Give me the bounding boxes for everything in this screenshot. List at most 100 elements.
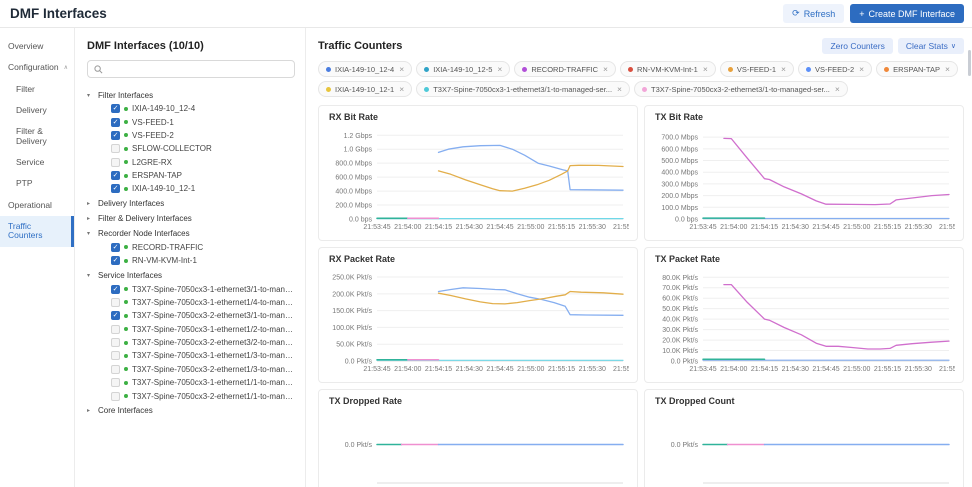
caret-down-icon: ▾ [87,92,94,99]
caret-down-icon: ▾ [87,272,94,279]
close-icon[interactable]: × [945,64,950,74]
svg-text:21:55:15: 21:55:15 [548,366,575,373]
zero-counters-button[interactable]: Zero Counters [822,38,892,54]
svg-text:21:54:45: 21:54:45 [486,366,513,373]
tree-item-rn-vm-kvm-int-1[interactable]: ✓RN-VM-KVM-Int-1 [87,254,295,267]
refresh-button[interactable]: ⟳ Refresh [783,4,844,23]
svg-text:10.0K Pkt/s: 10.0K Pkt/s [662,348,698,355]
close-icon[interactable]: × [617,84,622,94]
status-up-dot [124,107,128,111]
status-up-dot [124,160,128,164]
svg-text:21:55:30: 21:55:30 [579,366,606,373]
checkbox-unchecked[interactable] [111,158,120,167]
chip-color-dot [326,67,331,72]
search-input[interactable] [107,64,288,74]
checkbox-checked[interactable]: ✓ [111,243,120,252]
checkbox-checked[interactable]: ✓ [111,171,120,180]
tree-item-sflow-collector[interactable]: SFLOW-COLLECTOR [87,142,295,155]
tree-item-label: VS-FEED-1 [132,118,174,127]
caret-right-icon: ▸ [87,407,94,414]
sidebar-item-ptp[interactable]: PTP [0,173,74,194]
tree-item-t3x7-spine-7050cx3-2-ethernet1-1-to-managed-service[interactable]: T3X7-Spine-7050cx3-2-ethernet1/1-to-mana… [87,389,295,402]
tree-item-t3x7-spine-7050cx3-1-ethernet1-4-to-managed-service[interactable]: T3X7-Spine-7050cx3-1-ethernet1/4-to-mana… [87,296,295,309]
tree-item-label: IXIA-149-10_12-4 [132,104,195,113]
checkbox-checked[interactable]: ✓ [111,118,120,127]
checkbox-checked[interactable]: ✓ [111,311,120,320]
tree-group-toggle-filter-delivery-interfaces[interactable]: ▸Filter & Delivery Interfaces [87,212,295,226]
tree-item-t3x7-spine-7050cx3-2-ethernet3-1-to-managed-service[interactable]: ✓T3X7-Spine-7050cx3-2-ethernet3/1-to-man… [87,309,295,322]
tree-group-toggle-core-interfaces[interactable]: ▸Core Interfaces [87,404,295,418]
sidebar-item-filter-delivery[interactable]: Filter & Delivery [0,121,74,152]
tree-item-t3x7-spine-7050cx3-1-ethernet1-2-to-managed-service[interactable]: T3X7-Spine-7050cx3-1-ethernet1/2-to-mana… [87,323,295,336]
tree-item-label: ERSPAN-TAP [132,171,182,180]
tree-item-erspan-tap[interactable]: ✓ ERSPAN-TAP [87,169,295,182]
chart-title: TX Bit Rate [655,112,953,122]
tree-item-t3x7-spine-7050cx3-2-ethernet1-3-to-managed-service[interactable]: T3X7-Spine-7050cx3-2-ethernet1/3-to-mana… [87,363,295,376]
tree-item-vs-feed-1[interactable]: ✓ VS-FEED-1 [87,115,295,128]
close-icon[interactable]: × [399,84,404,94]
checkbox-checked[interactable]: ✓ [111,285,120,294]
checkbox-checked[interactable]: ✓ [111,184,120,193]
chip-t3x7-spine-7050cx3-1-ethernet3-1-to-managed-ser: T3X7-Spine-7050cx3-1-ethernet3/1-to-mana… [416,81,630,97]
interface-search[interactable] [87,60,295,78]
refresh-icon: ⟳ [792,8,800,19]
close-icon[interactable]: × [399,64,404,74]
sidebar-item-filter[interactable]: Filter [0,79,74,100]
tree-item-t3x7-spine-7050cx3-1-ethernet1-1-to-managed-service[interactable]: T3X7-Spine-7050cx3-1-ethernet1/1-to-mana… [87,376,295,389]
close-icon[interactable]: × [781,64,786,74]
tree-group-toggle-filter-interfaces[interactable]: ▾Filter Interfaces [87,88,295,102]
close-icon[interactable]: × [703,64,708,74]
tree-item-t3x7-spine-7050cx3-1-ethernet3-1-to-managed-service[interactable]: ✓T3X7-Spine-7050cx3-1-ethernet3/1-to-man… [87,282,295,295]
checkbox-unchecked[interactable] [111,325,120,334]
tree-group-toggle-delivery-interfaces[interactable]: ▸Delivery Interfaces [87,197,295,211]
interfaces-panel-title: DMF Interfaces (10/10) [87,40,295,52]
tree-item-l2gre-rx[interactable]: L2GRE-RX [87,156,295,169]
tree-group-toggle-recorder-node-interfaces[interactable]: ▾Recorder Node Interfaces [87,227,295,241]
checkbox-unchecked[interactable] [111,365,120,374]
checkbox-checked[interactable]: ✓ [111,256,120,265]
svg-text:0.0 bps: 0.0 bps [675,217,698,224]
close-icon[interactable]: × [603,64,608,74]
tree-group-toggle-service-interfaces[interactable]: ▾Service Interfaces [87,268,295,282]
sidebar: OverviewConfiguration∧ Filter DeliveryFilt… [0,28,75,487]
sidebar-item-overview[interactable]: Overview [0,36,74,57]
tree-item-record-traffic[interactable]: ✓RECORD-TRAFFIC [87,241,295,254]
tree-group-delivery-interfaces: ▸Delivery Interfaces [87,197,295,211]
checkbox-unchecked[interactable] [111,351,120,360]
svg-text:21:54:00: 21:54:00 [394,224,421,231]
interfaces-panel: DMF Interfaces (10/10) ▾Filter Interface… [75,28,306,487]
sidebar-item-delivery[interactable]: Delivery [0,100,74,121]
checkbox-unchecked[interactable] [111,144,120,153]
tree-item-vs-feed-2[interactable]: ✓VS-FEED-2 [87,129,295,142]
sidebar-item-operational[interactable]: Operational [0,195,74,216]
vertical-scrollbar[interactable] [968,50,971,76]
create-dmf-interface-button[interactable]: + Create DMF Interface [850,4,964,23]
svg-text:0.0 Pkt/s: 0.0 Pkt/s [345,359,373,366]
close-icon[interactable]: × [497,64,502,74]
chart-plot: 700.0 Mbps600.0 Mbps500.0 Mbps400.0 Mbps… [655,123,955,235]
tree-item-ixia-149-10-12-1[interactable]: ✓IXIA-149-10_12-1 [87,182,295,195]
checkbox-checked[interactable]: ✓ [111,104,120,113]
sidebar-item-label: Traffic Counters [8,222,67,241]
tree-item-t3x7-spine-7050cx3-1-ethernet1-3-to-managed-service[interactable]: T3X7-Spine-7050cx3-1-ethernet1/3-to-mana… [87,349,295,362]
chevron-down-icon: ∨ [951,42,956,50]
checkbox-checked[interactable]: ✓ [111,131,120,140]
chip-label: IXIA-149-10_12-4 [335,65,394,74]
clear-stats-button[interactable]: Clear Stats ∨ [898,38,964,54]
checkbox-unchecked[interactable] [111,392,120,401]
checkbox-unchecked[interactable] [111,338,120,347]
tree-group-recorder-node-interfaces: ▾Recorder Node Interfaces✓RECORD-TRAFFIC… [87,227,295,268]
sidebar-item-configuration[interactable]: Configuration∧ [0,57,74,78]
checkbox-unchecked[interactable] [111,298,120,307]
svg-text:500.0 Mbps: 500.0 Mbps [661,158,698,165]
checkbox-unchecked[interactable] [111,378,120,387]
chart-plot: 250.0K Pkt/s200.0K Pkt/s150.0K Pkt/s100.… [329,265,629,377]
sidebar-item-service[interactable]: Service [0,152,74,173]
svg-text:21:54:15: 21:54:15 [751,366,778,373]
sidebar-item-label: Filter [16,85,35,94]
sidebar-item-traffic-counters[interactable]: Traffic Counters [0,216,74,247]
close-icon[interactable]: × [859,64,864,74]
tree-item-t3x7-spine-7050cx3-2-ethernet3-2-to-managed-service[interactable]: T3X7-Spine-7050cx3-2-ethernet3/2-to-mana… [87,336,295,349]
tree-item-ixia-149-10-12-4[interactable]: ✓ IXIA-149-10_12-4 [87,102,295,115]
close-icon[interactable]: × [835,84,840,94]
